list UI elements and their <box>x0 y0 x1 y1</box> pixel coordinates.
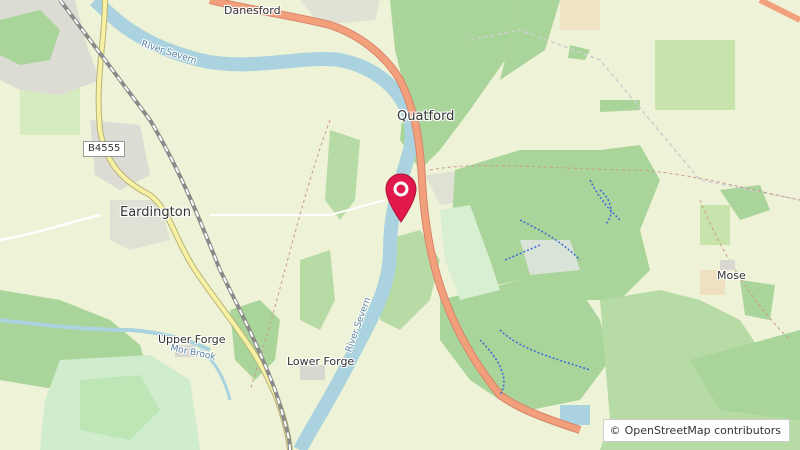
map-canvas[interactable]: Danesford Quatford Eardington Mose Upper… <box>0 0 800 450</box>
place-label-eardington: Eardington <box>120 205 191 220</box>
map-pin-icon[interactable] <box>384 172 418 226</box>
road-shield-b4555: B4555 <box>83 141 126 157</box>
place-label-danesford: Danesford <box>224 4 281 17</box>
attribution-link[interactable]: OpenStreetMap contributors <box>625 424 781 437</box>
map-attribution: © OpenStreetMap contributors <box>602 419 790 442</box>
place-label-mose: Mose <box>717 269 746 282</box>
place-label-upper-forge: Upper Forge <box>158 333 226 346</box>
place-label-lower-forge: Lower Forge <box>287 355 355 368</box>
copyright-icon: © <box>609 424 621 437</box>
place-label-quatford: Quatford <box>397 109 455 124</box>
